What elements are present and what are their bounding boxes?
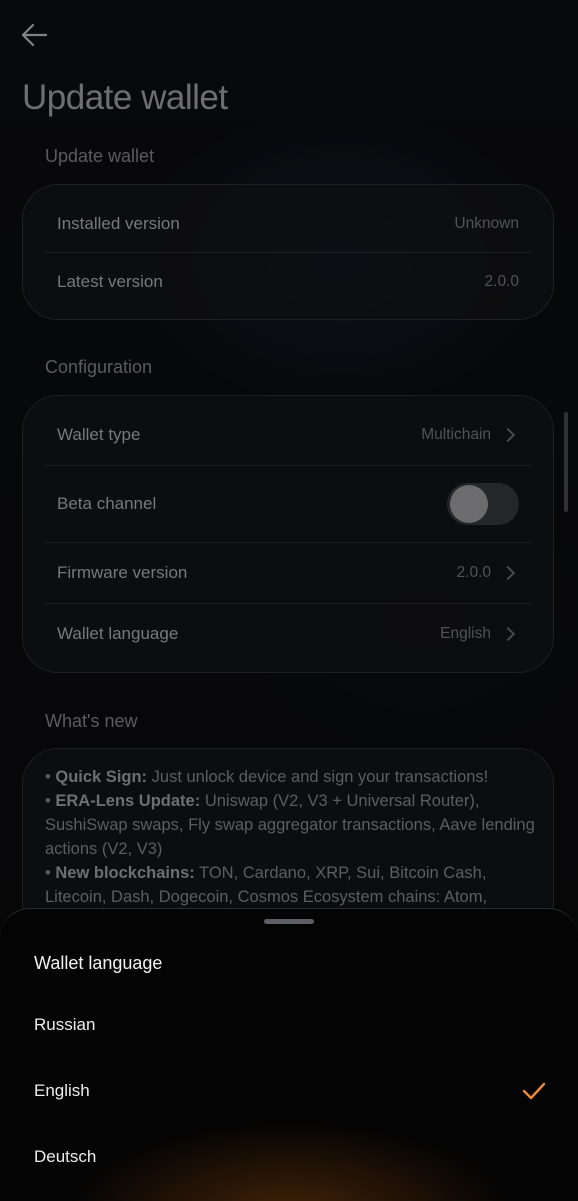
language-option-deutsch[interactable]: Deutsch xyxy=(0,1132,578,1182)
language-option-russian[interactable]: Russian xyxy=(0,1000,578,1050)
sheet-title: Wallet language xyxy=(34,953,163,973)
language-option-label: Deutsch xyxy=(34,1147,97,1166)
checkmark-icon xyxy=(522,1082,546,1100)
language-bottom-sheet: Wallet language Russian English Deutsch xyxy=(0,908,578,1201)
language-option-label: Russian xyxy=(34,1015,96,1034)
language-option-english[interactable]: English xyxy=(0,1066,578,1116)
language-option-label: English xyxy=(34,1081,90,1100)
drag-handle[interactable] xyxy=(264,919,314,924)
